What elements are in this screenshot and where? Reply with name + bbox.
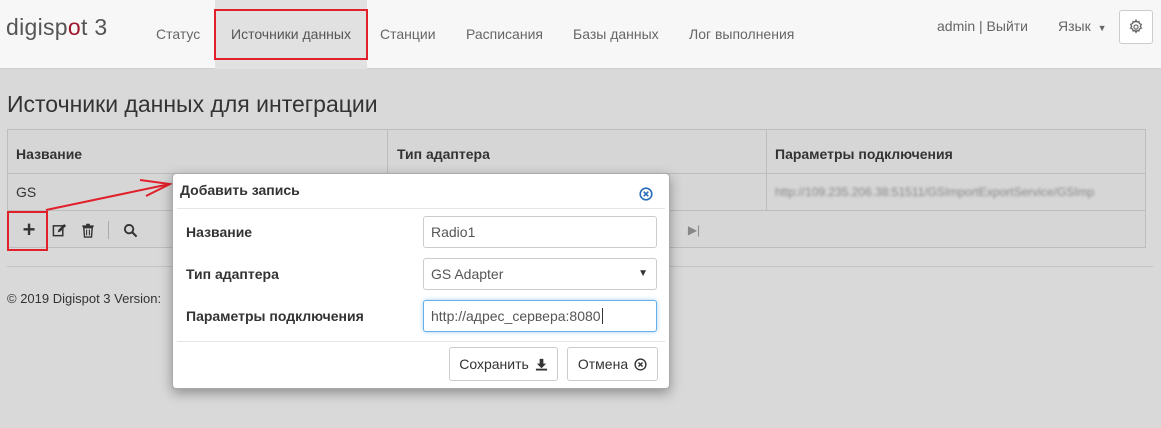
close-icon[interactable] [639, 187, 653, 201]
caret-down-icon: ▼ [638, 268, 648, 279]
cancel-circle-icon [634, 357, 647, 371]
cancel-button[interactable]: Отмена [567, 347, 658, 381]
field-label-connection: Параметры подключения [186, 308, 364, 324]
footer-text: © 2019 Digispot 3 Version: [7, 291, 162, 306]
text-cursor [601, 308, 603, 324]
field-label-adapter: Тип адаптера [186, 266, 279, 282]
adapter-select-value: GS Adapter [431, 266, 504, 282]
save-button-label: Сохранить [459, 356, 529, 372]
add-record-dialog: Добавить запись Название Radio1 Тип адап… [172, 173, 670, 389]
connection-input-value: http://адрес_сервера:8080 [431, 308, 601, 324]
cancel-button-label: Отмена [577, 356, 629, 372]
dialog-title: Добавить запись [180, 182, 300, 198]
download-icon [535, 358, 547, 371]
name-input[interactable]: Radio1 [423, 216, 657, 248]
adapter-select[interactable]: GS Adapter ▼ [423, 258, 657, 290]
field-label-name: Название [186, 224, 253, 240]
connection-input[interactable]: http://адрес_сервера:8080 [423, 300, 657, 332]
dialog-body: Название Radio1 Тип адаптера GS Adapter … [177, 208, 665, 342]
save-button[interactable]: Сохранить [449, 347, 558, 381]
